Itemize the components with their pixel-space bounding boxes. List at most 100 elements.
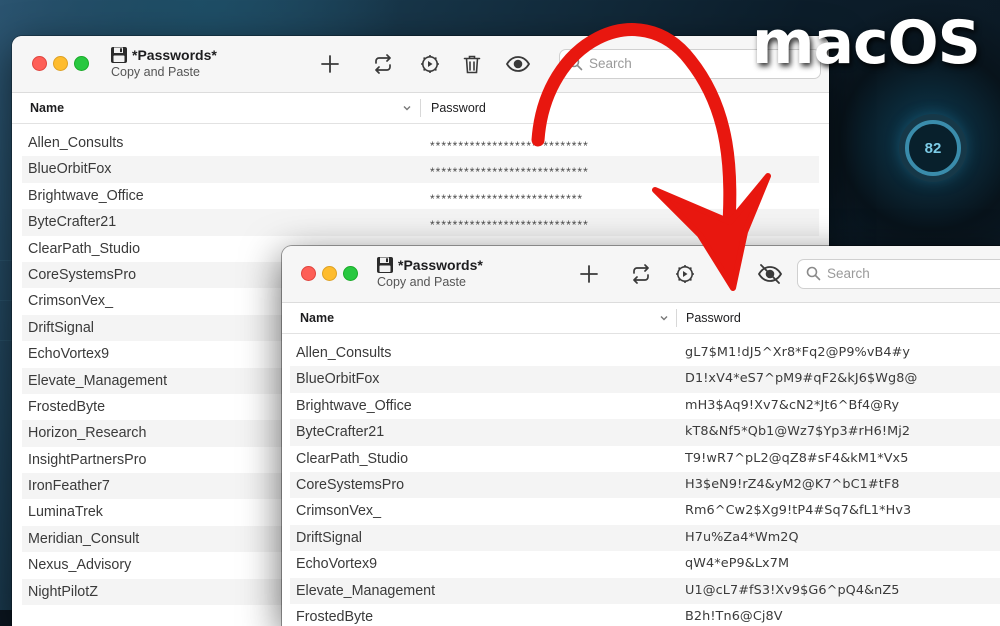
table-row[interactable]: BlueOrbitFox D1!xV4*eS7^pM9#qF2&kJ6$Wg8@: [290, 366, 1000, 393]
window-titlebar[interactable]: *Passwords* Copy and Paste Search: [282, 246, 1000, 303]
macos-overlay-label: macOS: [752, 8, 981, 78]
entry-name: BlueOrbitFox: [28, 161, 112, 178]
entry-name: IronFeather7: [28, 478, 110, 495]
floppy-disk-icon: [111, 47, 127, 63]
entry-name: Meridian_Consult: [28, 530, 140, 547]
column-name-header[interactable]: Name: [30, 101, 64, 115]
column-divider[interactable]: [676, 309, 677, 327]
entry-name: Allen_Consults: [28, 135, 124, 151]
search-icon: [568, 56, 583, 71]
window-title: *Passwords*: [132, 47, 217, 63]
table-row[interactable]: Brightwave_Office ***********************…: [12, 183, 829, 209]
sync-icon: [375, 54, 391, 74]
minimize-button[interactable]: [53, 56, 68, 71]
table-row[interactable]: EchoVortex9 qW4*eP9&Lx7M: [282, 551, 1000, 577]
close-button[interactable]: [301, 266, 316, 281]
search-placeholder: Search: [589, 56, 632, 71]
plus-icon: [580, 265, 598, 283]
entry-name: CoreSystemsPro: [296, 476, 405, 493]
masked-password[interactable]: ****************************: [430, 218, 589, 232]
entry-name: ByteCrafter21: [296, 424, 385, 441]
entry-name: Brightwave_Office: [296, 397, 412, 414]
entry-name: Allen_Consults: [296, 345, 392, 361]
entry-name: FrostedByte: [296, 608, 374, 625]
column-password-header[interactable]: Password: [686, 311, 741, 325]
eye-icon: [505, 56, 531, 72]
hide-passwords-button[interactable]: [756, 262, 784, 286]
search-icon: [806, 266, 821, 281]
table-row[interactable]: CoreSystemsPro H3$eN9!rZ4&yM2@K7^bC1#tF8: [290, 471, 1000, 499]
entry-name: InsightPartnersPro: [28, 451, 147, 468]
delete-button[interactable]: [460, 52, 484, 76]
entry-password[interactable]: Rm6^Cw2$Xg9!tP4#Sq7&fL1*Hv3: [685, 503, 911, 518]
entries-list: Allen_Consults gL7$M1!dJ5^Xr8*Fq2@P9%vB4#…: [282, 340, 1000, 626]
column-header: Name Password: [282, 303, 1000, 334]
column-name-header[interactable]: Name: [300, 311, 334, 325]
window-subtitle: Copy and Paste: [111, 65, 200, 79]
gear-icon: [421, 55, 439, 73]
floppy-disk-icon: [377, 257, 393, 273]
entry-name: LuminaTrek: [28, 504, 103, 521]
masked-password[interactable]: ***************************: [430, 192, 583, 206]
window-title: *Passwords*: [398, 257, 483, 273]
settings-button[interactable]: [673, 262, 697, 286]
zoom-button[interactable]: [343, 266, 358, 281]
eye-slash-icon: [757, 264, 783, 284]
entry-password[interactable]: H7u%Za4*Wm2Q: [685, 530, 799, 545]
entry-password[interactable]: B2h!Tn6@Cj8V: [685, 609, 783, 624]
entry-password[interactable]: D1!xV4*eS7^pM9#qF2&kJ6$Wg8@: [685, 371, 917, 386]
window-title-group: *Passwords* Copy and Paste: [376, 256, 483, 289]
entry-password[interactable]: qW4*eP9&Lx7M: [685, 556, 789, 571]
sync-button[interactable]: [371, 52, 395, 76]
entry-password[interactable]: H3$eN9!rZ4&yM2@K7^bC1#tF8: [685, 477, 900, 492]
entry-name: EchoVortex9: [296, 556, 378, 573]
table-row[interactable]: Allen_Consults gL7$M1!dJ5^Xr8*Fq2@P9%vB4#…: [282, 340, 1000, 366]
entry-name: Brightwave_Office: [28, 187, 144, 204]
gear-icon: [676, 265, 694, 283]
add-entry-button[interactable]: [318, 52, 342, 76]
sort-chevron-icon[interactable]: [402, 103, 412, 113]
column-password-header[interactable]: Password: [431, 101, 486, 115]
entry-password[interactable]: gL7$M1!dJ5^Xr8*Fq2@P9%vB4#y: [685, 345, 910, 360]
reveal-passwords-button[interactable]: [504, 52, 532, 76]
entry-name: Elevate_Management: [28, 372, 168, 389]
table-row[interactable]: BlueOrbitFox ****************************: [22, 156, 819, 183]
sync-button[interactable]: [629, 262, 653, 286]
add-entry-button[interactable]: [577, 262, 601, 286]
column-header: Name Password: [12, 93, 829, 124]
trash-icon: [463, 55, 481, 74]
sort-chevron-icon[interactable]: [659, 313, 669, 323]
entry-password[interactable]: T9!wR7^pL2@qZ8#sF4&kM1*Vx5: [685, 451, 908, 466]
search-field[interactable]: Search: [797, 259, 1000, 289]
table-row[interactable]: ClearPath_Studio T9!wR7^pL2@qZ8#sF4&kM1*V…: [282, 446, 1000, 472]
zoom-button[interactable]: [74, 56, 89, 71]
entry-name: NightPilotZ: [28, 583, 98, 600]
close-button[interactable]: [32, 56, 47, 71]
window-title-group: *Passwords* Copy and Paste: [110, 46, 217, 79]
entry-name: CrimsonVex_: [28, 293, 114, 310]
table-row[interactable]: FrostedByte B2h!Tn6@Cj8V: [282, 604, 1000, 626]
entry-name: CrimsonVex_: [296, 503, 382, 520]
settings-button[interactable]: [418, 52, 442, 76]
window-titlebar[interactable]: *Passwords* Copy and Paste Search: [12, 36, 829, 93]
column-divider[interactable]: [420, 99, 421, 117]
table-row[interactable]: CrimsonVex_ Rm6^Cw2$Xg9!tP4#Sq7&fL1*Hv3: [282, 498, 1000, 524]
table-row[interactable]: Brightwave_Office mH3$Aq9!Xv7&cN2*Jt6^Bf4…: [282, 393, 1000, 419]
masked-password[interactable]: ****************************: [430, 165, 589, 179]
entry-name: Nexus_Advisory: [28, 557, 132, 574]
passwords-window-revealed: *Passwords* Copy and Paste Search Name P…: [282, 246, 1000, 626]
entry-name: ClearPath_Studio: [28, 240, 141, 257]
minimize-button[interactable]: [322, 266, 337, 281]
table-row[interactable]: Elevate_Management U1@cL7#fS3!Xv9$G6^pQ4&…: [290, 577, 1000, 604]
entry-name: ByteCrafter21: [28, 214, 117, 231]
table-row[interactable]: ByteCrafter21 ***************************…: [22, 209, 819, 236]
table-row[interactable]: DriftSignal H7u%Za4*Wm2Q: [290, 524, 1000, 552]
masked-password[interactable]: ****************************: [430, 139, 589, 153]
table-row[interactable]: Allen_Consults **************************…: [12, 130, 829, 156]
table-row[interactable]: ByteCrafter21 kT8&Nf5*Qb1@Wz7$Yp3#rH6!Mj2: [290, 419, 1000, 446]
window-subtitle: Copy and Paste: [377, 275, 466, 289]
entry-password[interactable]: kT8&Nf5*Qb1@Wz7$Yp3#rH6!Mj2: [685, 424, 910, 439]
entry-password[interactable]: mH3$Aq9!Xv7&cN2*Jt6^Bf4@Ry: [685, 398, 899, 413]
entry-name: EchoVortex9: [28, 346, 110, 363]
entry-password[interactable]: U1@cL7#fS3!Xv9$G6^pQ4&nZ5: [685, 583, 899, 598]
